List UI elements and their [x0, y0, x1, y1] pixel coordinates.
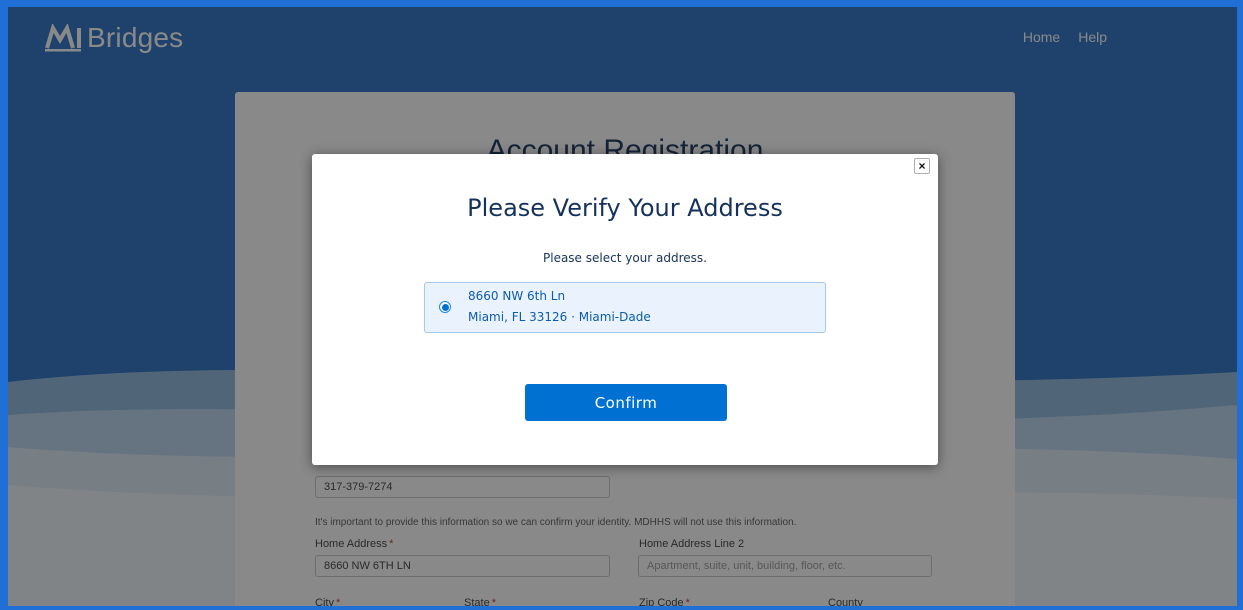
close-button[interactable]: ×	[914, 158, 930, 174]
address-option[interactable]: 8660 NW 6th Ln Miami, FL 33126 · Miami-D…	[424, 282, 826, 333]
address-radio[interactable]	[439, 301, 451, 313]
confirm-button[interactable]: Confirm	[525, 384, 727, 421]
verify-address-modal: × Please Verify Your Address Please sele…	[312, 154, 938, 465]
modal-title: Please Verify Your Address	[467, 194, 783, 222]
modal-subtitle: Please select your address.	[543, 251, 707, 265]
radio-selected-dot	[441, 303, 449, 311]
app-frame: Bridges Home Help Account Registration 3…	[8, 7, 1237, 606]
address-option-city: Miami, FL 33126 · Miami-Dade	[468, 310, 651, 324]
address-option-street: 8660 NW 6th Ln	[468, 289, 566, 303]
